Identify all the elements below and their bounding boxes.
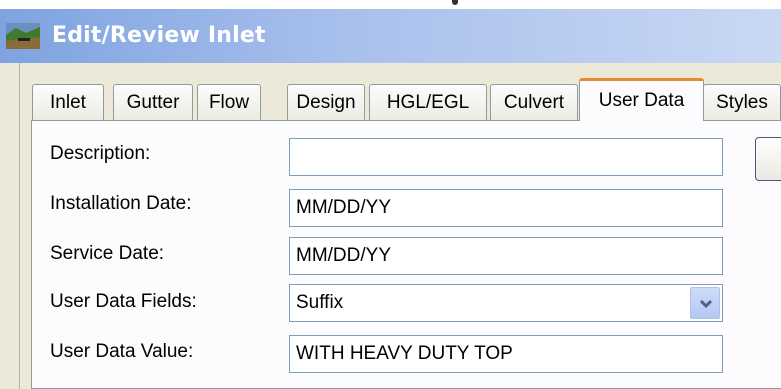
service-date-label: Service Date:	[50, 243, 165, 264]
tab-gutter[interactable]: Gutter	[113, 84, 193, 120]
service-date-input[interactable]: MM/DD/YY	[289, 237, 723, 275]
frame-divider	[19, 63, 20, 389]
installation-date-input[interactable]: MM/DD/YY	[289, 189, 723, 227]
tab-flow[interactable]: Flow	[197, 84, 261, 120]
user-data-value-input[interactable]: WITH HEAVY DUTY TOP	[289, 335, 723, 373]
tab-user-data[interactable]: User Data	[579, 78, 704, 121]
tab-inlet[interactable]: Inlet	[32, 84, 104, 120]
user-data-fields-select[interactable]: Suffix	[289, 284, 723, 322]
dropdown-button[interactable]	[690, 287, 720, 319]
user-data-value-label: User Data Value:	[50, 341, 194, 362]
description-label: Description:	[50, 143, 151, 164]
window-title: Edit/Review Inlet	[52, 23, 266, 48]
side-action-button[interactable]	[755, 137, 781, 181]
tab-styles[interactable]: Styles	[703, 84, 781, 120]
chevron-down-icon	[699, 299, 713, 309]
user-data-fields-label: User Data Fields:	[50, 291, 197, 312]
description-input[interactable]	[289, 138, 723, 176]
tab-culvert[interactable]: Culvert	[490, 84, 578, 120]
installation-date-label: Installation Date:	[50, 193, 192, 214]
tab-design[interactable]: Design	[287, 84, 365, 120]
background-window-strip	[0, 0, 781, 9]
inlet-app-icon	[6, 23, 40, 49]
title-bar[interactable]: Edit/Review Inlet	[0, 9, 781, 63]
tab-hgl-egl[interactable]: HGL/EGL	[369, 84, 487, 120]
user-data-fields-value: Suffix	[296, 292, 344, 313]
